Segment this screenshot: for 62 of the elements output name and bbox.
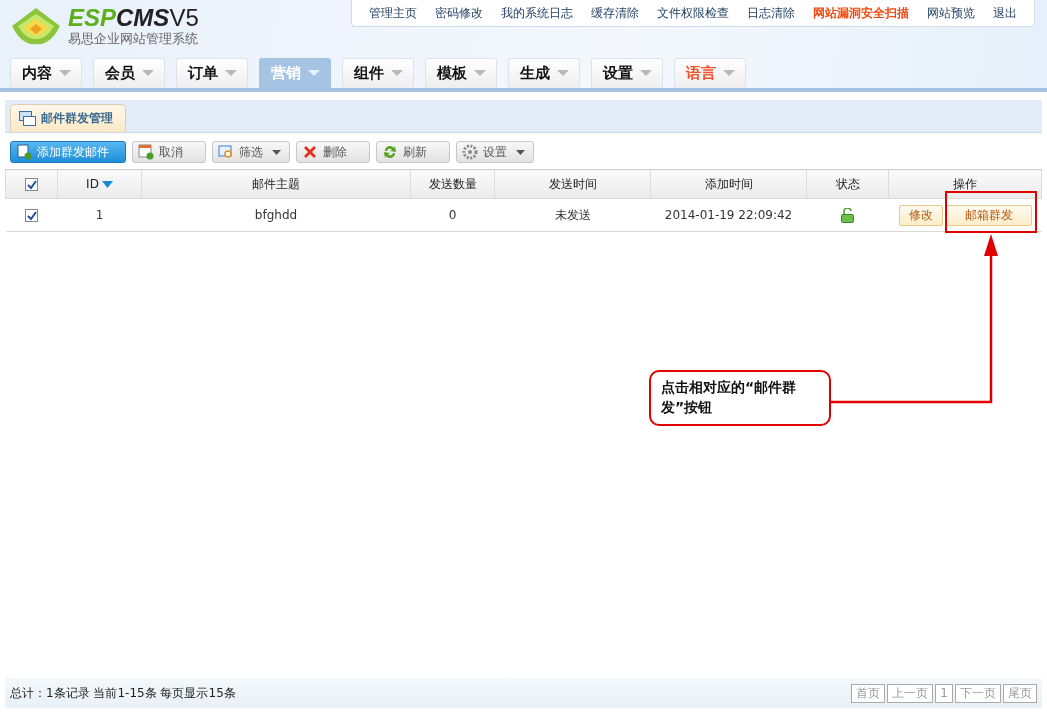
nav-tab[interactable]: 设置 bbox=[591, 58, 663, 88]
page-tab[interactable]: 邮件群发管理 bbox=[10, 104, 126, 132]
top-link[interactable]: 密码修改 bbox=[426, 4, 492, 22]
cross-icon bbox=[302, 144, 318, 160]
caret-icon bbox=[141, 70, 154, 77]
windows-icon bbox=[19, 111, 36, 126]
column-header: 邮件主题 bbox=[252, 176, 300, 191]
action-button[interactable]: 邮箱群发 bbox=[945, 204, 1032, 226]
top-link[interactable]: 我的系统日志 bbox=[492, 4, 582, 22]
checkbox[interactable] bbox=[25, 178, 38, 191]
table-cell: 2014-01-19 22:09:42 bbox=[664, 208, 793, 222]
toolbar-button[interactable]: 删除 bbox=[296, 141, 370, 163]
caret-icon bbox=[639, 70, 652, 77]
column-header: 操作 bbox=[953, 176, 977, 191]
table-cell: 1 bbox=[95, 208, 104, 222]
column-header: 发送数量 bbox=[428, 176, 477, 191]
column-header: 发送时间 bbox=[548, 176, 597, 191]
caret-icon bbox=[473, 70, 486, 77]
document-plus-icon bbox=[16, 144, 32, 160]
logo-title: ESPCMSV5 bbox=[68, 5, 199, 31]
logo-icon bbox=[10, 6, 62, 46]
top-link[interactable]: 网站漏洞安全扫描 bbox=[804, 4, 918, 22]
nav-tab[interactable]: 内容 bbox=[10, 58, 82, 88]
top-link[interactable]: 文件权限检查 bbox=[648, 4, 738, 22]
table-cell: 未发送 bbox=[554, 207, 591, 222]
caret-icon bbox=[272, 149, 281, 155]
magnifier-window-icon bbox=[218, 144, 234, 160]
caret-icon bbox=[516, 149, 525, 155]
nav-tab[interactable]: 组件 bbox=[342, 58, 414, 88]
record-summary: 总计：1条记录 当前1-15条 每页显示15条 bbox=[10, 684, 236, 702]
annotation-callout: 点击相对应的“邮件群发”按钮 bbox=[649, 370, 831, 426]
nav-tab[interactable]: 订单 bbox=[176, 58, 248, 88]
caret-icon bbox=[307, 70, 320, 77]
caret-icon bbox=[722, 70, 735, 77]
table-cell: bfghdd bbox=[254, 208, 298, 222]
top-link[interactable]: 缓存清除 bbox=[582, 4, 648, 22]
settings-icon bbox=[462, 144, 478, 160]
page-tab-label: 邮件群发管理 bbox=[41, 110, 113, 127]
table-cell: 0 bbox=[448, 208, 457, 222]
toolbar-button[interactable]: 筛选 bbox=[212, 141, 290, 163]
toolbar-button[interactable]: 取消 bbox=[132, 141, 206, 163]
column-header: 状态 bbox=[835, 176, 860, 191]
logo-subtitle: 易思企业网站管理系统 bbox=[68, 31, 199, 47]
nav-tab[interactable]: 模板 bbox=[425, 58, 497, 88]
top-link[interactable]: 管理主页 bbox=[360, 4, 426, 22]
caret-icon bbox=[58, 70, 71, 77]
top-link[interactable]: 网站预览 bbox=[918, 4, 984, 22]
toolbar-button[interactable]: 刷新 bbox=[376, 141, 450, 163]
caret-icon bbox=[390, 70, 403, 77]
refresh-icon bbox=[382, 144, 398, 160]
top-link[interactable]: 日志清除 bbox=[738, 4, 804, 22]
calendar-plus-icon bbox=[138, 144, 154, 160]
column-header: ID bbox=[86, 177, 99, 191]
nav-tab[interactable]: 生成 bbox=[508, 58, 580, 88]
caret-icon bbox=[224, 70, 237, 77]
caret-icon bbox=[556, 70, 569, 77]
nav-tab[interactable]: 会员 bbox=[93, 58, 165, 88]
top-link[interactable]: 退出 bbox=[984, 4, 1026, 22]
toolbar-button[interactable]: 设置 bbox=[456, 141, 534, 163]
action-button[interactable]: 修改 bbox=[898, 204, 943, 226]
column-header: 添加时间 bbox=[704, 176, 753, 191]
checkbox[interactable] bbox=[25, 209, 38, 222]
